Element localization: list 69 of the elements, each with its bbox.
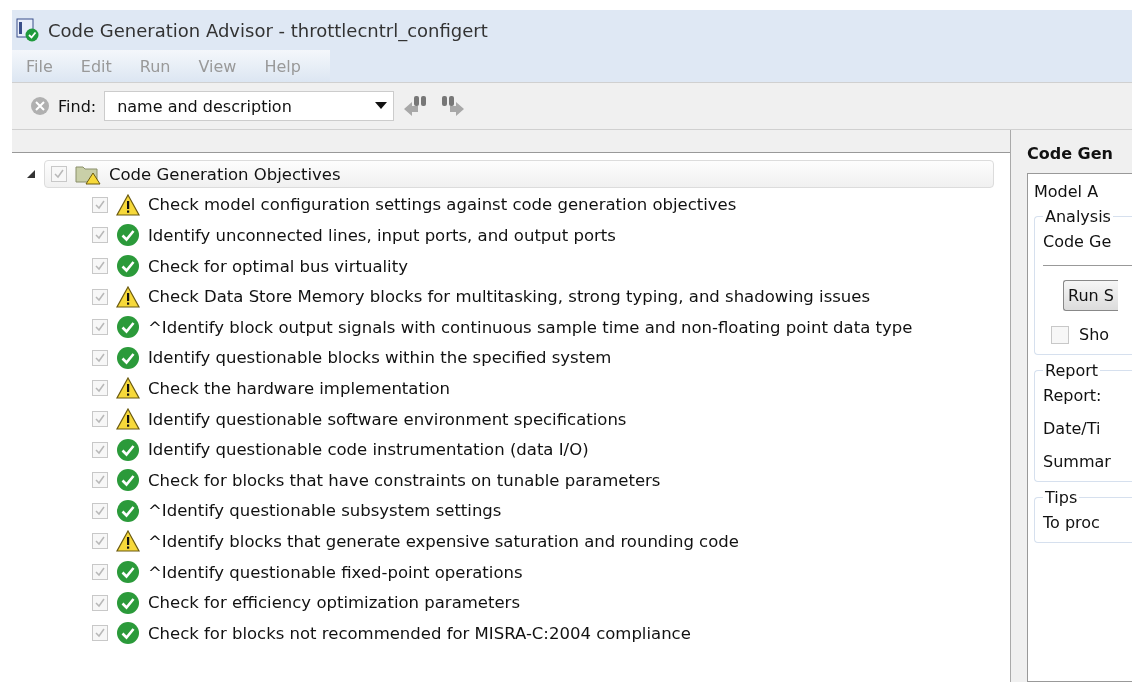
warning-icon: [116, 377, 140, 400]
check-label[interactable]: Check for blocks that have constraints on tunable parameters: [148, 470, 661, 490]
expand-arrow-icon[interactable]: [26, 169, 36, 180]
check-circle-icon: [116, 437, 140, 462]
checkbox[interactable]: [92, 564, 108, 580]
check-label[interactable]: ^Identify questionable fixed-point operations: [148, 562, 523, 582]
checkbox[interactable]: [92, 472, 108, 489]
check-circle-icon: [116, 315, 140, 340]
run-button[interactable]: Run S: [1063, 280, 1118, 311]
checkbox[interactable]: [92, 594, 108, 611]
window-title: Code Generation Advisor - throttlecntrl_configert: [48, 19, 488, 41]
checkbox[interactable]: [92, 441, 108, 458]
tree-root-row[interactable]: Code Generation Objectives: [44, 160, 994, 189]
group-legend: Tips: [1043, 488, 1080, 507]
checkbox[interactable]: [92, 533, 108, 550]
app-icon: [16, 18, 40, 42]
checkbox-label: Sho: [1079, 325, 1110, 344]
checkbox[interactable]: [92, 319, 108, 336]
checkbox[interactable]: [92, 411, 108, 428]
check-label[interactable]: Identify questionable software environment specifications: [148, 409, 627, 429]
group-legend: Analysis: [1043, 207, 1113, 226]
check-label[interactable]: Check Data Store Memory blocks for multitasking, strong typing, and shadowing issues: [148, 287, 871, 307]
checkbox[interactable]: [92, 227, 108, 244]
check-label[interactable]: Check model configuration settings against code generation objectives: [148, 195, 737, 215]
warning-icon: [116, 408, 140, 431]
report-field-label: Summar: [1043, 452, 1112, 471]
check-circle-icon: [116, 254, 140, 279]
find-dropdown[interactable]: name and description: [104, 91, 395, 121]
warning-icon: [116, 285, 140, 308]
checkbox[interactable]: [92, 380, 108, 397]
check-label[interactable]: Check for optimal bus virtuality: [148, 256, 408, 276]
folder-warning-icon: [75, 163, 101, 186]
checkbox[interactable]: [92, 288, 108, 305]
check-label[interactable]: Identify unconnected lines, input ports, and output ports: [148, 226, 616, 245]
report-field-label: Report:: [1043, 386, 1103, 405]
checkbox[interactable]: [92, 258, 108, 275]
checkbox[interactable]: [92, 349, 108, 366]
check-circle-icon: [116, 498, 140, 523]
warning-icon: [116, 193, 140, 216]
check-label[interactable]: Check for blocks not recommended for MISRA-C:2004 compliance: [148, 623, 691, 643]
check-circle-icon: [116, 468, 140, 493]
checkbox[interactable]: [92, 502, 108, 519]
report-field-label: Date/Ti: [1043, 419, 1102, 438]
panel-heading: Code Gen: [1027, 144, 1114, 163]
find-label: Find:: [58, 96, 97, 116]
tree-label: Code Generation Objectives: [109, 164, 341, 184]
group-legend: Report: [1043, 361, 1101, 380]
tips-text: To proc: [1043, 513, 1101, 532]
checkbox[interactable]: [1051, 325, 1069, 344]
analysis-label: Code Ge: [1043, 232, 1113, 251]
model-label: Model A: [1034, 182, 1100, 201]
warning-icon: [116, 530, 140, 553]
check-label[interactable]: ^Identify block output signals with continuous sample time and non-floating point data type: [148, 317, 913, 337]
check-label[interactable]: ^Identify questionable subsystem settings: [148, 501, 502, 521]
check-label[interactable]: Check the hardware implementation: [148, 378, 451, 398]
checkbox[interactable]: [92, 196, 108, 213]
clear-icon[interactable]: [30, 96, 50, 116]
caret-icon: [375, 102, 388, 110]
check-circle-icon: [116, 223, 140, 248]
check-label[interactable]: ^Identify blocks that generate expensive saturation and rounding code: [148, 531, 739, 551]
checkbox[interactable]: [51, 166, 67, 183]
check-label[interactable]: Identify questionable code instrumentation (data I/O): [148, 440, 589, 460]
check-circle-icon: [116, 345, 140, 370]
checkbox[interactable]: [92, 625, 108, 642]
check-label[interactable]: Identify questionable blocks within the specified system: [148, 348, 612, 368]
check-label[interactable]: Check for efficiency optimization parameters: [148, 593, 520, 613]
check-circle-icon: [116, 560, 140, 584]
check-circle-icon: [116, 621, 140, 646]
check-circle-icon: [116, 590, 140, 615]
